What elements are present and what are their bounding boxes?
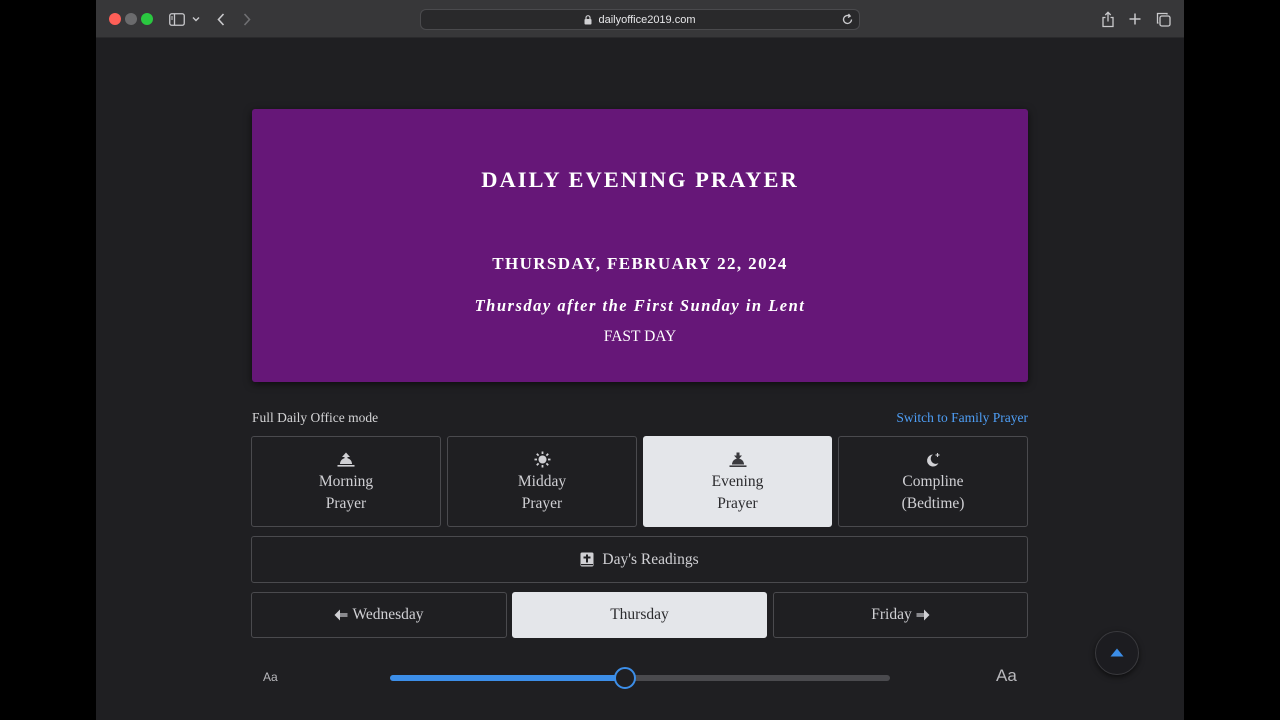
bible-icon [580,552,594,567]
slider-thumb[interactable] [614,667,636,689]
evening-prayer-button[interactable]: Evening Prayer [643,436,832,527]
liturgical-day: Thursday after the First Sunday in Lent [474,296,806,315]
share-icon[interactable] [1099,9,1117,29]
maximize-window-button[interactable] [141,13,153,25]
minimize-window-button[interactable] [125,13,137,25]
scroll-to-top-button[interactable] [1095,631,1139,675]
days-readings-button[interactable]: Day's Readings [251,536,1028,583]
close-window-button[interactable] [109,13,121,25]
current-day-label: Thursday [610,606,669,623]
moon-icon [839,451,1027,468]
next-day-label: Friday [871,606,912,623]
tabs-overview-icon[interactable] [1154,9,1172,29]
font-size-small-label: Aa [263,670,278,684]
sunset-icon [644,451,831,468]
office-label-line1: Compline [902,473,964,490]
browser-window: dailyoffice2019.com DAILY EVENING PRAYER… [96,0,1184,720]
previous-day-button[interactable]: Wednesday [251,592,507,638]
fast-day-label: FAST DAY [603,328,677,345]
arrow-right-icon [916,609,930,621]
sidebar-icon[interactable] [168,9,186,29]
plus-icon[interactable] [1127,9,1143,29]
current-day-button[interactable]: Thursday [512,592,767,638]
chevron-down-icon[interactable] [191,9,201,29]
chevron-right-icon[interactable] [240,9,254,29]
font-size-slider[interactable] [390,667,890,689]
lock-icon [584,14,594,26]
address-bar[interactable]: dailyoffice2019.com [420,9,860,30]
office-label-line2: Prayer [325,495,367,512]
mode-label: Full Daily Office mode [252,410,379,425]
office-label-line2: Prayer [521,495,563,512]
sun-icon [448,451,636,468]
chevron-left-icon[interactable] [214,9,228,29]
days-readings-label: Day's Readings [602,550,699,568]
previous-day-label: Wednesday [352,606,424,623]
office-date: THURSDAY, FEBRUARY 22, 2024 [492,254,788,273]
arrow-up-icon [1110,644,1124,662]
browser-toolbar: dailyoffice2019.com [96,0,1184,38]
reload-icon[interactable] [841,13,854,26]
page-title: DAILY EVENING PRAYER [481,167,799,192]
morning-prayer-button[interactable]: Morning Prayer [251,436,441,527]
office-label-line1: Midday [517,473,567,490]
midday-prayer-button[interactable]: Midday Prayer [447,436,637,527]
sunrise-icon [252,451,440,468]
url-text: dailyoffice2019.com [598,13,696,26]
font-size-large-label: Aa [996,666,1017,685]
office-label-line2: (Bedtime) [901,495,965,512]
office-label-line2: Prayer [717,495,758,512]
office-label-line1: Evening [711,473,764,490]
switch-to-family-prayer-link[interactable]: Switch to Family Prayer [896,410,1028,426]
slider-fill [390,675,625,681]
office-label-line1: Morning [318,473,374,490]
arrow-left-icon [334,609,348,621]
compline-button[interactable]: Compline (Bedtime) [838,436,1028,527]
next-day-button[interactable]: Friday [773,592,1028,638]
office-banner: DAILY EVENING PRAYER THURSDAY, FEBRUARY … [252,109,1028,382]
